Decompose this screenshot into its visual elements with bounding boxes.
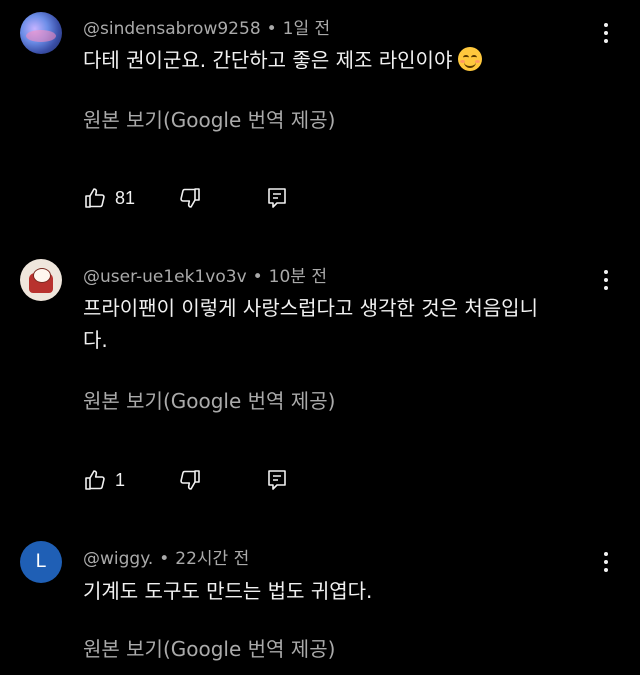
author-name[interactable]: @sindensabrow9258 bbox=[83, 19, 261, 39]
comment-time: 22시간 전 bbox=[175, 549, 250, 569]
comment-text-content: 다테 권이군요. 간단하고 좋은 제조 라인이야 bbox=[83, 48, 453, 72]
comment-text-line: 다. bbox=[83, 328, 108, 352]
comment-meta: @wiggy. • 22시간 전 bbox=[83, 544, 249, 569]
avatar[interactable] bbox=[20, 12, 62, 54]
comment-meta: @sindensabrow9258 • 1일 전 bbox=[83, 14, 330, 39]
dislike-button[interactable] bbox=[178, 466, 202, 494]
separator-dot: • bbox=[159, 549, 170, 569]
comment-time: 1일 전 bbox=[282, 19, 331, 39]
comment-text: 다테 권이군요. 간단하고 좋은 제조 라인이야 bbox=[83, 44, 603, 76]
see-original-link[interactable]: 원본 보기(Google 번역 제공) bbox=[83, 104, 335, 133]
comment-text: 프라이팬이 이렇게 사랑스럽다고 생각한 것은 처음입니 다. bbox=[83, 292, 603, 356]
separator-dot: • bbox=[266, 19, 277, 39]
reply-icon bbox=[268, 188, 286, 208]
avatar[interactable]: L bbox=[20, 541, 62, 583]
comment-text-line: 프라이팬이 이렇게 사랑스럽다고 생각한 것은 처음입니 bbox=[83, 296, 538, 320]
like-count: 1 bbox=[115, 469, 126, 490]
like-button[interactable]: 1 bbox=[83, 466, 125, 494]
thumbs-up-icon bbox=[85, 470, 105, 490]
reply-button[interactable] bbox=[265, 184, 289, 212]
more-vert-icon[interactable] bbox=[596, 550, 616, 574]
like-button[interactable]: 81 bbox=[83, 184, 135, 212]
comment-text: 기계도 도구도 만드는 법도 귀엽다. bbox=[83, 575, 603, 607]
thumbs-up-icon bbox=[85, 188, 105, 208]
author-name[interactable]: @user-ue1ek1vo3v bbox=[83, 267, 247, 287]
reply-icon bbox=[268, 470, 286, 490]
author-name[interactable]: @wiggy. bbox=[83, 549, 153, 569]
comment-actions: 81 bbox=[83, 184, 303, 212]
like-count: 81 bbox=[115, 187, 136, 208]
more-vert-icon[interactable] bbox=[596, 21, 616, 45]
avatar-letter: L bbox=[35, 551, 47, 572]
separator-dot: • bbox=[252, 267, 263, 287]
more-vert-icon[interactable] bbox=[596, 268, 616, 292]
comment-actions: 1 bbox=[83, 466, 303, 494]
reply-button[interactable] bbox=[265, 466, 289, 494]
comment-meta: @user-ue1ek1vo3v • 10분 전 bbox=[83, 262, 327, 287]
avatar[interactable] bbox=[20, 259, 62, 301]
see-original-link[interactable]: 원본 보기(Google 번역 제공) bbox=[83, 385, 335, 414]
see-original-link[interactable]: 원본 보기(Google 번역 제공) bbox=[83, 633, 335, 662]
thumbs-down-icon bbox=[180, 188, 200, 208]
mascot-face bbox=[33, 268, 51, 283]
smiling-face-emoji bbox=[458, 47, 483, 71]
thumbs-down-icon bbox=[180, 470, 200, 490]
dislike-button[interactable] bbox=[178, 184, 202, 212]
comment-time: 10분 전 bbox=[268, 267, 327, 287]
comment-text-content: 기계도 도구도 만드는 법도 귀엽다. bbox=[83, 579, 373, 603]
